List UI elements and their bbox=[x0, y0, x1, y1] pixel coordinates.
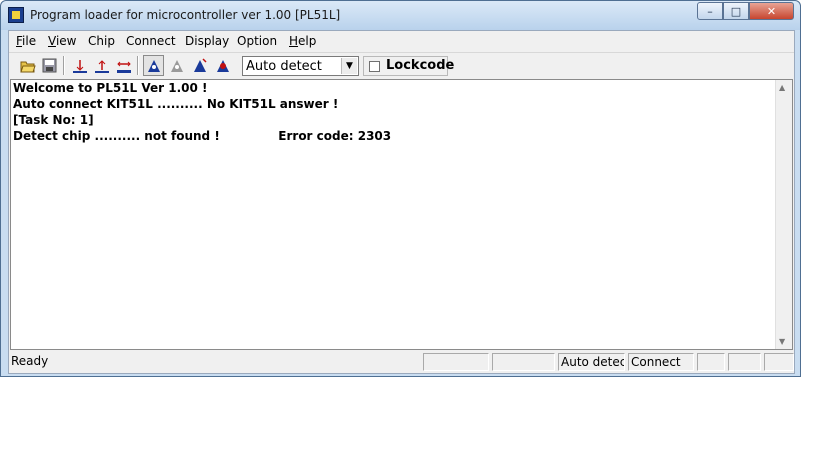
save-icon[interactable] bbox=[39, 55, 60, 76]
task-4-icon[interactable] bbox=[212, 55, 233, 76]
status-panel bbox=[492, 353, 555, 371]
status-panel bbox=[728, 353, 761, 371]
device-select-value: Auto detect bbox=[246, 59, 322, 74]
lockcode-label[interactable]: Lockcode bbox=[386, 58, 454, 73]
read-chip-icon[interactable] bbox=[69, 55, 90, 76]
menu-help[interactable]: Help bbox=[289, 34, 316, 48]
log-line: Auto connect KIT51L .......... No KIT51L… bbox=[13, 97, 339, 111]
app-icon[interactable] bbox=[8, 7, 24, 23]
status-panel bbox=[697, 353, 725, 371]
lockcode-option: Lockcode bbox=[363, 56, 454, 76]
status-connect: Connect bbox=[628, 353, 694, 371]
task-2-icon[interactable] bbox=[166, 55, 187, 76]
lockcode-checkbox[interactable] bbox=[369, 61, 380, 72]
status-device: Auto detect bbox=[558, 353, 625, 371]
device-select[interactable]: Auto detect ▼ bbox=[242, 56, 359, 76]
window-title: Program loader for microcontroller ver 1… bbox=[30, 8, 341, 22]
vertical-scrollbar[interactable]: ▲ ▼ bbox=[775, 80, 792, 349]
log-line: Welcome to PL51L Ver 1.00 ! bbox=[13, 81, 208, 95]
minimize-button[interactable]: – bbox=[697, 2, 723, 20]
open-folder-icon[interactable] bbox=[17, 55, 38, 76]
output-log[interactable]: Welcome to PL51L Ver 1.00 ! Auto connect… bbox=[10, 79, 793, 350]
menu-file[interactable]: File bbox=[16, 34, 36, 48]
maximize-button[interactable]: □ bbox=[723, 2, 749, 20]
menu-view[interactable]: View bbox=[48, 34, 76, 48]
menu-display[interactable]: Display bbox=[185, 34, 229, 48]
menu-chip[interactable]: Chip bbox=[88, 34, 115, 48]
menu-option[interactable]: Option bbox=[237, 34, 277, 48]
task-3-icon[interactable] bbox=[189, 55, 210, 76]
scroll-down-icon[interactable]: ▼ bbox=[779, 337, 785, 346]
toolbar: Auto detect ▼ Lockcode bbox=[9, 52, 794, 79]
title-bar[interactable]: Program loader for microcontroller ver 1… bbox=[1, 1, 800, 30]
menu-bar: File View Chip Connect Display Option He… bbox=[9, 31, 794, 51]
main-window: Program loader for microcontroller ver 1… bbox=[0, 0, 801, 377]
status-bar: Ready Auto detect Connect bbox=[9, 351, 794, 372]
scroll-up-icon[interactable]: ▲ bbox=[779, 83, 785, 92]
close-button[interactable]: ✕ bbox=[749, 2, 794, 20]
log-line: Detect chip .......... not found ! Error… bbox=[13, 129, 392, 143]
erase-chip-icon[interactable] bbox=[113, 55, 134, 76]
chevron-down-icon[interactable]: ▼ bbox=[341, 58, 357, 74]
status-panel bbox=[423, 353, 489, 371]
log-line: [Task No: 1] bbox=[13, 113, 94, 127]
status-panel bbox=[764, 353, 794, 371]
menu-connect[interactable]: Connect bbox=[126, 34, 176, 48]
task-1-icon[interactable] bbox=[143, 55, 164, 76]
client-area: File View Chip Connect Display Option He… bbox=[8, 30, 795, 374]
write-chip-icon[interactable] bbox=[91, 55, 112, 76]
status-text: Ready bbox=[11, 354, 49, 368]
